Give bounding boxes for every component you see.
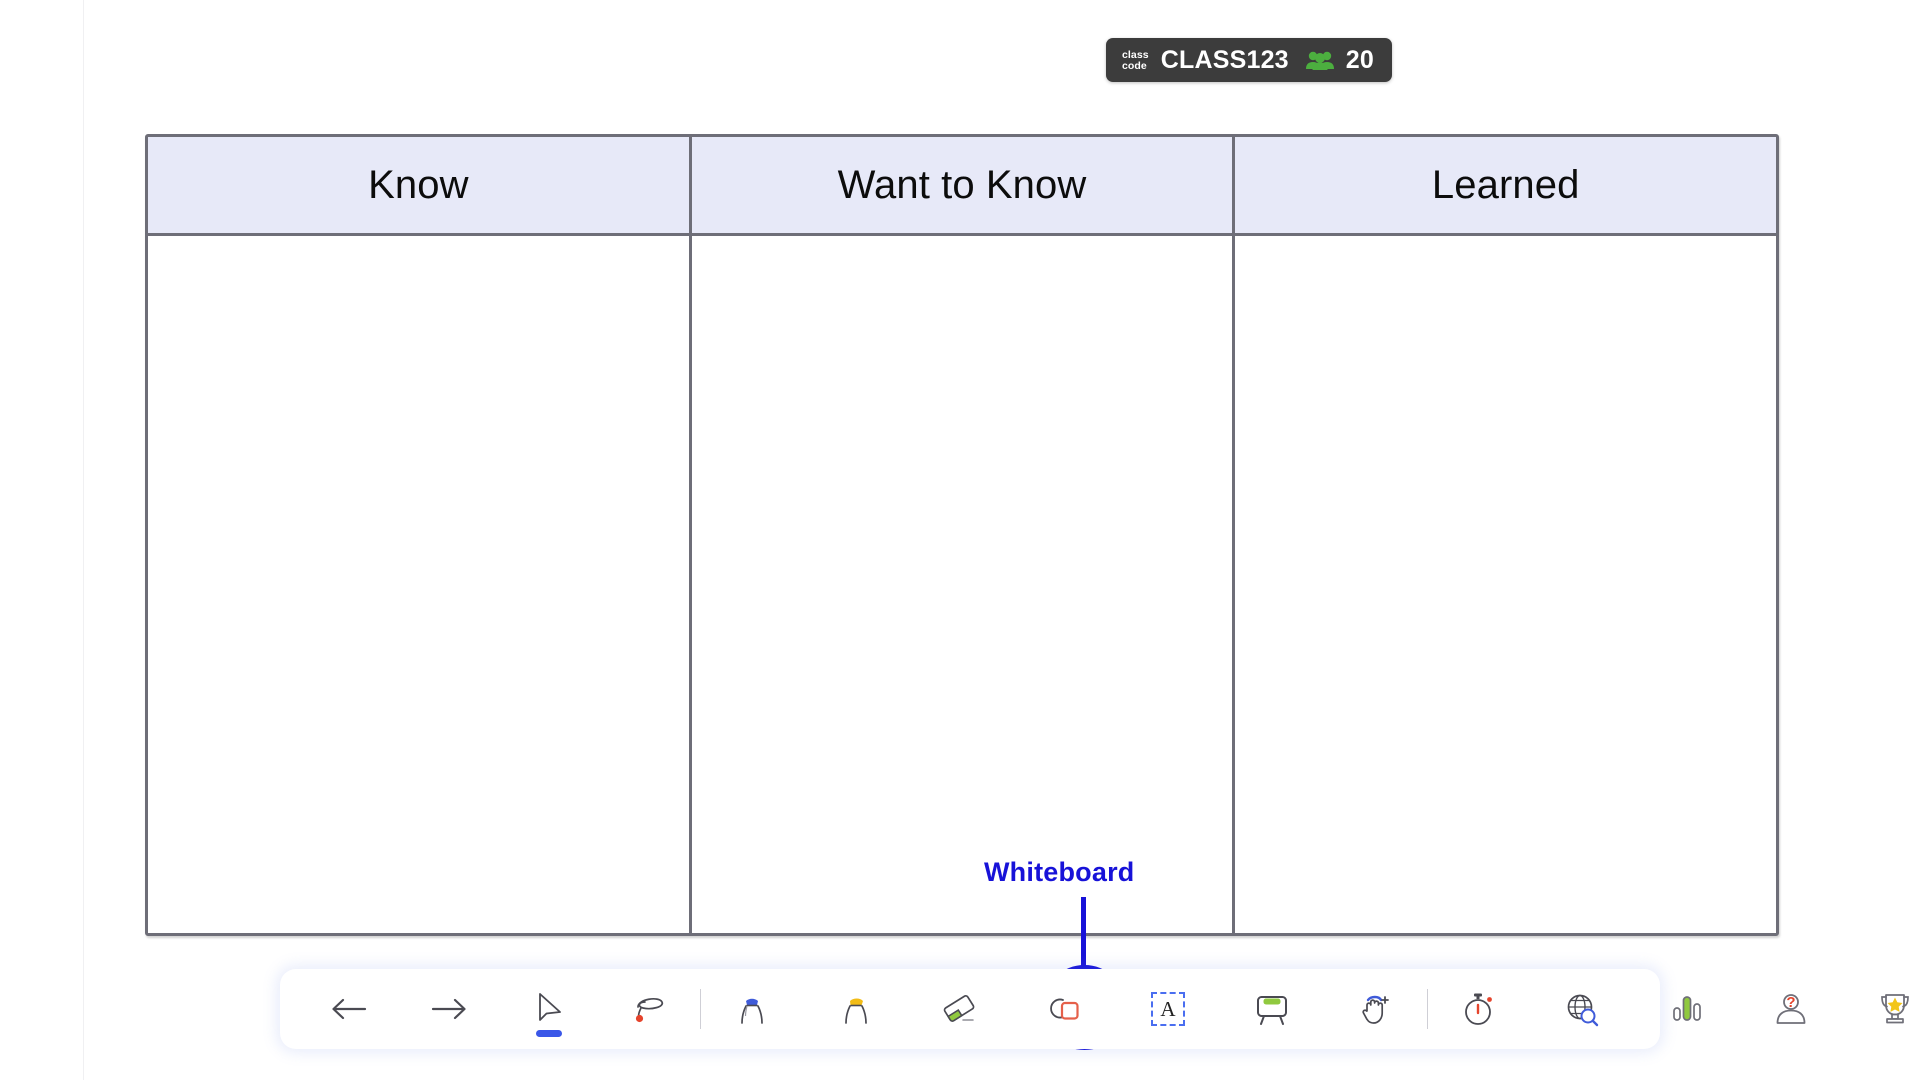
class-code-kicker-line2: code — [1121, 59, 1147, 72]
text-tool-frame: A — [1151, 992, 1185, 1026]
whiteboard-tool[interactable] — [1243, 980, 1301, 1038]
annotation-label: Whiteboard — [984, 857, 1135, 887]
kwl-header-cell-want-to-know[interactable]: Want to Know — [688, 137, 1233, 233]
poll-chart-icon[interactable] — [1658, 980, 1716, 1038]
kwl-chart: Know Want to Know Learned — [145, 134, 1779, 936]
kwl-body-cell-know[interactable] — [148, 236, 689, 933]
class-code-kicker: class code — [1122, 50, 1149, 71]
kwl-header-row: Know Want to Know Learned — [148, 137, 1776, 236]
web-search-icon[interactable] — [1554, 980, 1612, 1038]
kwl-body-cell-learned[interactable] — [1232, 236, 1776, 933]
toolbar-divider — [1427, 989, 1428, 1029]
highlighter-icon[interactable] — [827, 980, 885, 1038]
active-tool-indicator — [536, 1030, 562, 1037]
kwl-body-row — [148, 236, 1776, 933]
random-student-icon[interactable]: ? — [1762, 980, 1820, 1038]
lasso-select-icon[interactable] — [620, 980, 678, 1038]
class-code-value: CLASS123 — [1160, 45, 1289, 74]
kwl-header-label: Know — [368, 162, 469, 207]
svg-text:?: ? — [1786, 994, 1795, 1011]
kwl-header-label: Learned — [1431, 162, 1580, 207]
hand-pan-icon[interactable] — [1347, 980, 1405, 1038]
pen-icon[interactable] — [723, 980, 781, 1038]
kwl-header-label: Want to Know — [837, 162, 1087, 207]
kwl-header-cell-learned[interactable]: Learned — [1232, 137, 1776, 233]
awards-trophy-icon[interactable] — [1866, 980, 1920, 1038]
student-count: 20 — [1345, 45, 1374, 74]
shapes-icon[interactable] — [1035, 980, 1093, 1038]
kwl-body-cell-want-to-know[interactable] — [688, 236, 1233, 933]
text-tool-icon[interactable]: A — [1139, 980, 1197, 1038]
redo-arrow-icon[interactable] — [420, 980, 478, 1038]
people-icon — [1305, 49, 1335, 71]
text-tool-glyph: A — [1160, 996, 1176, 1021]
undo-arrow-icon[interactable] — [320, 980, 378, 1038]
toolbar-divider — [700, 989, 701, 1029]
class-code-kicker-line1: class — [1121, 48, 1149, 61]
eraser-icon[interactable] — [931, 980, 989, 1038]
timer-icon[interactable] — [1450, 980, 1508, 1038]
bottom-toolbar: A ? — [280, 969, 1909, 1049]
annotation-pointer-line — [1081, 897, 1086, 967]
select-cursor-icon[interactable] — [520, 980, 578, 1038]
left-panel-edge — [0, 0, 84, 1080]
class-code-badge[interactable]: class code CLASS123 20 — [1105, 38, 1392, 82]
kwl-header-cell-know[interactable]: Know — [148, 137, 689, 233]
